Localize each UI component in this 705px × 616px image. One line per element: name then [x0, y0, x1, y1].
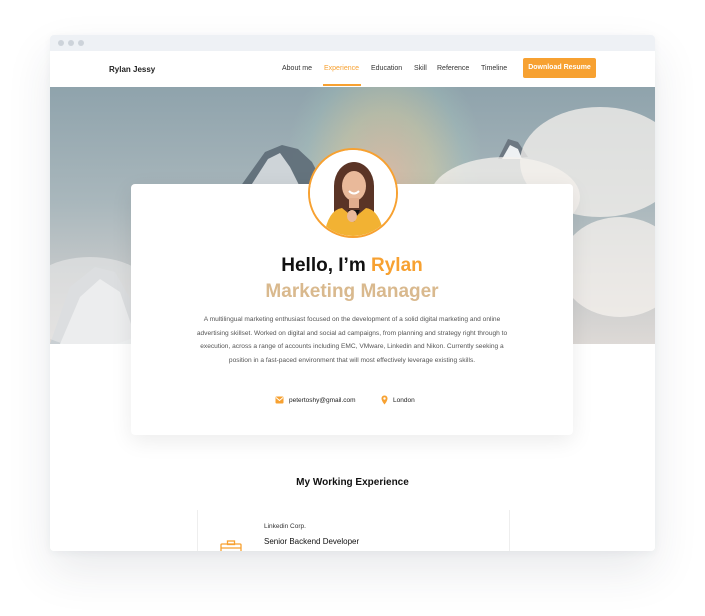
- nav-link-about[interactable]: About me: [282, 65, 312, 72]
- greeting-name: Rylan: [371, 255, 423, 276]
- active-nav-indicator: [323, 84, 361, 86]
- brand-name[interactable]: Rylan Jessy: [109, 65, 155, 74]
- download-resume-button[interactable]: Download Resume: [523, 58, 596, 78]
- browser-window: Rylan Jessy About me Experience Educatio…: [50, 35, 655, 551]
- experience-heading: My Working Experience: [296, 477, 409, 488]
- window-dot-minimize[interactable]: [68, 40, 74, 46]
- nav-link-experience[interactable]: Experience: [324, 65, 359, 72]
- contact-location: London: [393, 397, 415, 404]
- top-nav: Rylan Jessy About me Experience Educatio…: [50, 51, 655, 87]
- window-chrome: [50, 35, 655, 51]
- avatar-photo: [310, 150, 396, 236]
- nav-link-skill[interactable]: Skill: [414, 65, 427, 72]
- greeting-text: Hello, I’m: [281, 255, 371, 276]
- nav-link-reference[interactable]: Reference: [437, 65, 469, 72]
- profile-description: A multilingual marketing enthusiast focu…: [196, 316, 508, 364]
- experience-company: Linkedin Corp.: [264, 523, 306, 530]
- contact-email[interactable]: petertoshy@gmail.com: [289, 397, 356, 404]
- experience-role: Senior Backend Developer: [264, 537, 360, 546]
- map-pin-icon: [381, 395, 388, 405]
- window-dot-close[interactable]: [58, 40, 64, 46]
- hero-greeting: Hello, I’m Rylan: [131, 255, 573, 277]
- mail-icon: [275, 396, 284, 404]
- profile-avatar: [308, 148, 398, 238]
- nav-link-education[interactable]: Education: [371, 65, 402, 72]
- briefcase-icon: [220, 540, 242, 551]
- job-title: Marketing Manager: [265, 281, 439, 302]
- window-dot-maximize[interactable]: [78, 40, 84, 46]
- nav-link-timeline[interactable]: Timeline: [481, 65, 507, 72]
